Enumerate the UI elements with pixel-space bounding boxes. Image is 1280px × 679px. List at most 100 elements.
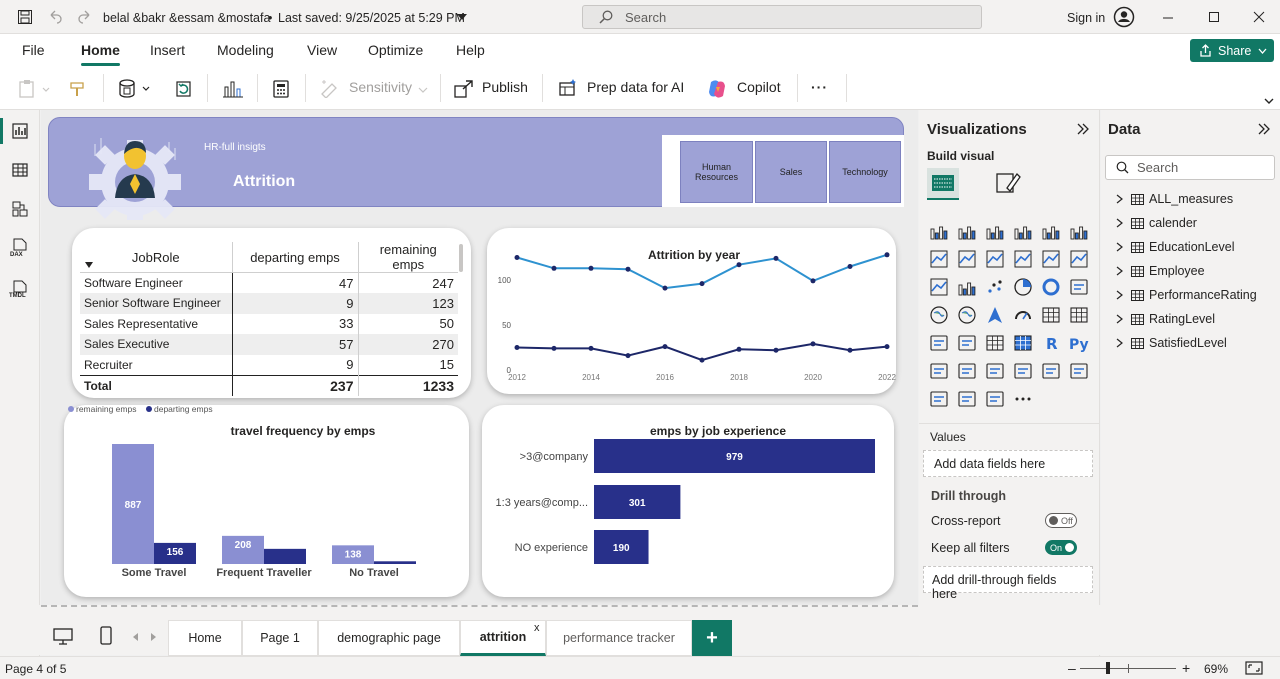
publish-icon[interactable]: [453, 78, 475, 100]
menu-help[interactable]: Help: [456, 42, 485, 58]
sign-in-link[interactable]: Sign in: [1067, 11, 1105, 25]
clustered-column-visual-icon[interactable]: [1013, 221, 1033, 241]
donut-visual-icon[interactable]: [1041, 277, 1061, 297]
qa-visual-icon[interactable]: [985, 361, 1005, 381]
data-table-employee[interactable]: Employee: [1116, 264, 1205, 278]
data-point[interactable]: [514, 255, 520, 260]
data-point[interactable]: [847, 347, 853, 353]
ribbon-visual-icon[interactable]: [1041, 249, 1061, 269]
matrix-visual-icon[interactable]: [1013, 333, 1033, 353]
collapse-pane-icon[interactable]: [1076, 122, 1090, 136]
refresh-icon[interactable]: [174, 79, 194, 99]
treemap-visual-icon[interactable]: [1069, 277, 1089, 297]
menu-home[interactable]: Home: [81, 42, 120, 66]
stacked-column-visual-icon[interactable]: [957, 221, 977, 241]
tab-demographic-page[interactable]: demographic page: [318, 620, 460, 656]
data-search-input[interactable]: Search: [1105, 155, 1275, 180]
save-icon[interactable]: [17, 9, 33, 25]
chevron-down-icon[interactable]: [457, 14, 467, 20]
data-point[interactable]: [884, 344, 890, 350]
data-point[interactable]: [662, 344, 668, 350]
calculator-icon[interactable]: [271, 79, 291, 99]
report-view-icon[interactable]: [12, 123, 28, 139]
line-column-visual-icon[interactable]: [1013, 249, 1033, 269]
slicer-human-resources[interactable]: Human Resources: [680, 141, 753, 203]
filled-map-visual-icon[interactable]: [957, 305, 977, 325]
data-point[interactable]: [773, 255, 779, 261]
key-influencers-visual-icon[interactable]: [929, 361, 949, 381]
data-point[interactable]: [884, 252, 890, 258]
collapse-ribbon-icon[interactable]: [1264, 98, 1274, 104]
stacked-area-visual-icon[interactable]: [985, 249, 1005, 269]
azure-map-visual-icon[interactable]: [985, 305, 1005, 325]
data-table-educationlevel[interactable]: EducationLevel: [1116, 240, 1234, 254]
data-point[interactable]: [847, 264, 853, 269]
table-view-icon[interactable]: [12, 162, 28, 178]
gauge-visual-icon[interactable]: [1013, 305, 1033, 325]
power-apps-visual-icon[interactable]: [929, 389, 949, 409]
values-well[interactable]: Add data fields here: [923, 450, 1093, 477]
power-automate-visual-icon[interactable]: [985, 389, 1005, 409]
data-point[interactable]: [699, 357, 705, 363]
data-point[interactable]: [588, 345, 594, 351]
data-table-satisfiedlevel[interactable]: SatisfiedLevel: [1116, 336, 1227, 350]
format-painter-icon[interactable]: [68, 79, 88, 99]
table-visual-icon[interactable]: [985, 333, 1005, 353]
menu-file[interactable]: File: [22, 42, 45, 58]
new-visual-icon[interactable]: [222, 79, 244, 99]
map-visual-icon[interactable]: [929, 305, 949, 325]
r-visual-visual-icon[interactable]: R: [1041, 333, 1061, 353]
data-point[interactable]: [551, 345, 557, 351]
data-point[interactable]: [736, 262, 742, 268]
column-header-jobrole[interactable]: JobRole: [80, 242, 232, 273]
redo-icon[interactable]: [77, 9, 93, 25]
more-visuals-visual-icon[interactable]: [1013, 389, 1033, 409]
data-table-performancerating[interactable]: PerformanceRating: [1116, 288, 1257, 302]
bar-departing-emps[interactable]: [374, 561, 416, 564]
scatter-visual-icon[interactable]: [985, 277, 1005, 297]
data-point[interactable]: [773, 347, 779, 353]
line-visual-icon[interactable]: [929, 249, 949, 269]
kpi-visual-icon[interactable]: [929, 333, 949, 353]
cross-report-toggle[interactable]: Off: [1045, 513, 1077, 528]
account-icon[interactable]: [1113, 6, 1135, 28]
clustered-bar-visual-icon[interactable]: [985, 221, 1005, 241]
next-page-icon[interactable]: [151, 633, 157, 641]
build-visual-tab[interactable]: [927, 168, 959, 200]
maximize-icon[interactable]: [1208, 11, 1220, 23]
metrics-visual-icon[interactable]: [1069, 361, 1089, 381]
tab-home[interactable]: Home: [168, 620, 242, 656]
data-point[interactable]: [810, 278, 816, 284]
100-column-visual-icon[interactable]: [1069, 221, 1089, 241]
table-scrollbar[interactable]: [459, 244, 463, 272]
card-visual-icon[interactable]: [1041, 305, 1061, 325]
data-point[interactable]: [625, 353, 631, 359]
collapse-pane-icon[interactable]: [1257, 122, 1271, 136]
keep-filters-toggle[interactable]: On: [1045, 540, 1077, 555]
tab-performance-tracker[interactable]: performance tracker: [546, 620, 692, 656]
data-point[interactable]: [551, 265, 557, 271]
paginated-visual-icon[interactable]: [1041, 361, 1061, 381]
zoom-slider-thumb[interactable]: [1106, 662, 1110, 674]
data-table-calender[interactable]: calender: [1116, 216, 1197, 230]
model-view-icon[interactable]: [12, 201, 28, 217]
funnel-visual-icon[interactable]: [957, 277, 977, 297]
drill-through-well[interactable]: Add drill-through fields here: [923, 566, 1093, 601]
mobile-layout-icon[interactable]: [99, 626, 113, 646]
data-point[interactable]: [810, 341, 816, 347]
paste-icon[interactable]: [18, 79, 52, 99]
menu-view[interactable]: View: [307, 42, 337, 58]
slicer-sales[interactable]: Sales: [755, 141, 827, 203]
data-table-ratinglevel[interactable]: RatingLevel: [1116, 312, 1215, 326]
narrative-card-visual-icon[interactable]: [957, 389, 977, 409]
prev-page-icon[interactable]: [133, 633, 139, 641]
tab-page-1[interactable]: Page 1: [242, 620, 318, 656]
undo-icon[interactable]: [47, 9, 63, 25]
publish-button[interactable]: Publish: [482, 79, 528, 95]
slicer-visual-icon[interactable]: [957, 333, 977, 353]
smart-narrative-visual-icon[interactable]: [1013, 361, 1033, 381]
close-tab-icon[interactable]: x: [534, 622, 540, 634]
stacked-bar-visual-icon[interactable]: [929, 221, 949, 241]
prep-data-button[interactable]: Prep data for AI: [587, 79, 684, 95]
minimize-icon[interactable]: [1162, 12, 1174, 24]
